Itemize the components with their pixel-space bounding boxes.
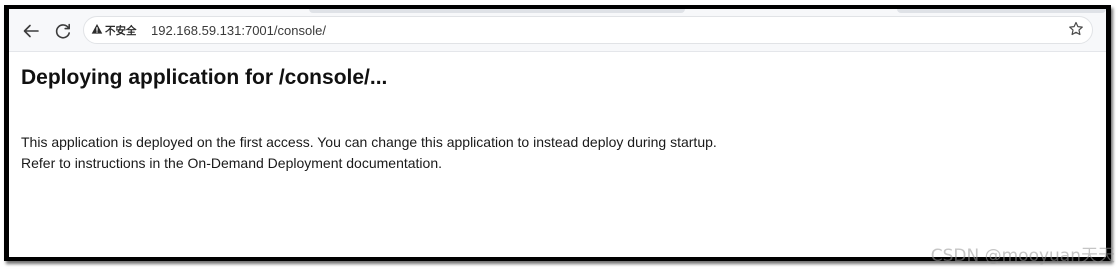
watermark: CSDN @mooyuan天天 (930, 246, 1115, 266)
reload-button[interactable] (50, 18, 76, 44)
bookmark-button[interactable] (1066, 21, 1086, 41)
security-label: 不安全 (105, 25, 137, 37)
address-bar[interactable]: 不安全 192.168.59.131:7001/console/ (83, 16, 1093, 44)
page-title: Deploying application for /console/... (21, 66, 388, 89)
url-text[interactable]: 192.168.59.131:7001/console/ (151, 23, 326, 38)
star-outline-icon (1068, 21, 1084, 42)
back-button[interactable] (18, 18, 44, 44)
deployment-info-text: This application is deployed on the firs… (21, 134, 717, 150)
warning-triangle-icon (91, 22, 103, 40)
arrow-left-icon (22, 22, 40, 40)
reload-icon (54, 22, 72, 40)
tab-strip-edge (309, 9, 685, 13)
browser-window: 不安全 192.168.59.131:7001/console/ Deployi… (9, 9, 1106, 257)
browser-toolbar: 不安全 192.168.59.131:7001/console/ (9, 9, 1106, 52)
tab-strip-edge (897, 9, 1106, 13)
documentation-reference-text: Refer to instructions in the On-Demand D… (21, 155, 442, 171)
screenshot-frame: 不安全 192.168.59.131:7001/console/ Deployi… (4, 5, 1111, 261)
security-indicator[interactable]: 不安全 (91, 22, 137, 39)
